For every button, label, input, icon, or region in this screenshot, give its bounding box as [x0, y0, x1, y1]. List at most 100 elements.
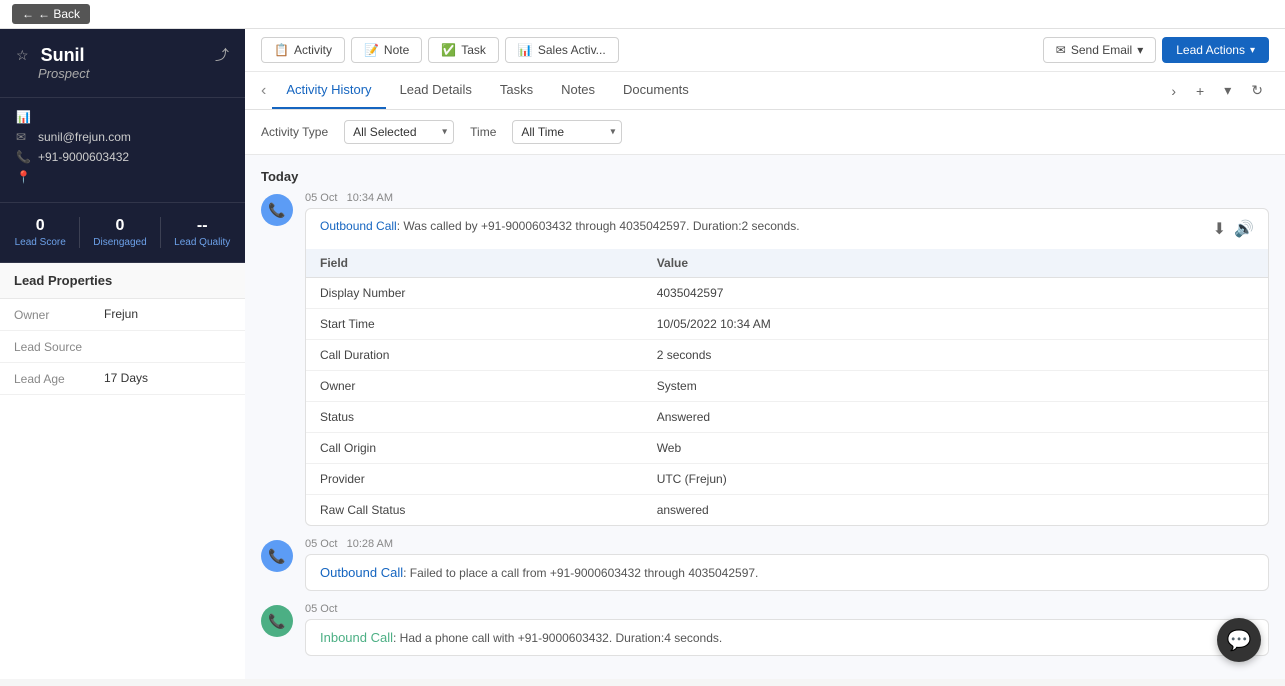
- tabs-bar: ‹ Activity History Lead Details Tasks No…: [245, 72, 1285, 110]
- lead-quality-value: --: [174, 217, 230, 235]
- activity-type-select-wrapper: All Selected: [344, 120, 454, 144]
- activity-3-main: 05 Oct Inbound Call: Had a phone call wi…: [305, 603, 1269, 656]
- left-panel: ☆ Sunil Prospect ⤴ 📊 ✉ sunil@frejun.com: [0, 29, 245, 679]
- activity-1-expanded-header: Outbound Call: Was called by +91-9000603…: [306, 209, 1268, 249]
- activity-1-icon: 📞: [261, 194, 293, 226]
- star-icon[interactable]: ☆: [16, 47, 29, 64]
- detail-row: Status Answered: [306, 402, 1268, 433]
- lead-email: sunil@frejun.com: [38, 130, 131, 144]
- lead-actions-button[interactable]: Lead Actions ▾: [1162, 37, 1269, 63]
- lead-properties-panel: Lead Properties Owner Frejun Lead Source…: [0, 263, 245, 679]
- tab-activity-history[interactable]: Activity History: [272, 72, 385, 109]
- property-value: Frejun: [104, 307, 138, 321]
- activity-2-link[interactable]: Outbound Call: [320, 565, 403, 580]
- tabs-next-button[interactable]: ›: [1165, 79, 1182, 103]
- detail-field: Display Number: [306, 278, 643, 309]
- time-label: Time: [470, 125, 496, 139]
- back-arrow-icon: ←: [22, 7, 34, 21]
- property-value: 17 Days: [104, 371, 148, 385]
- tabs-refresh-button[interactable]: ↻: [1245, 78, 1269, 103]
- tab-tasks[interactable]: Tasks: [486, 72, 547, 109]
- sales-activity-icon: 📊: [518, 43, 533, 57]
- activity-1-link[interactable]: Outbound Call: [320, 219, 397, 233]
- field-header: Field: [306, 249, 643, 278]
- activity-1-time: 10:34 AM: [347, 192, 393, 204]
- tabs-add-button[interactable]: +: [1190, 79, 1210, 103]
- lead-properties-title: Lead Properties: [0, 263, 245, 299]
- lead-quality-label: Lead Quality: [174, 237, 230, 248]
- activity-2-desc: : Failed to place a call from +91-900060…: [403, 566, 758, 580]
- detail-value: answered: [643, 495, 1268, 526]
- detail-value: 4035042597: [643, 278, 1268, 309]
- property-label: Owner: [14, 307, 104, 322]
- activity-label: Activity: [294, 43, 332, 57]
- detail-row: Start Time 10/05/2022 10:34 AM: [306, 309, 1268, 340]
- lead-phone-row: 📞 +91-9000603432: [16, 150, 229, 164]
- activity-type-select[interactable]: All Selected: [344, 120, 454, 144]
- detail-field: Owner: [306, 371, 643, 402]
- activity-1-actions: ⬇ 🔊: [1213, 219, 1254, 239]
- detail-field: Provider: [306, 464, 643, 495]
- lead-score-label: Lead Score: [15, 237, 66, 248]
- back-button[interactable]: ← ← Back: [12, 4, 90, 24]
- lead-actions-dropdown-icon: ▾: [1250, 45, 1255, 56]
- tab-nav-prev-icon[interactable]: ‹: [261, 82, 266, 100]
- detail-field: Call Origin: [306, 433, 643, 464]
- lead-actions-label: Lead Actions: [1176, 43, 1245, 57]
- detail-value: Answered: [643, 402, 1268, 433]
- tabs-more-button[interactable]: ▾: [1218, 78, 1237, 103]
- tab-documents[interactable]: Documents: [609, 72, 703, 109]
- activity-1-date: 05 Oct: [305, 192, 337, 204]
- property-rows: Owner Frejun Lead Source Lead Age 17 Day…: [0, 299, 245, 395]
- stat-divider-1: [79, 217, 80, 248]
- filter-bar: Activity Type All Selected Time All Time: [245, 110, 1285, 155]
- back-label: ← Back: [38, 7, 80, 21]
- activity-3-meta: 05 Oct: [305, 603, 1269, 615]
- detail-row: Provider UTC (Frejun): [306, 464, 1268, 495]
- task-button[interactable]: ✅ Task: [428, 37, 499, 63]
- note-button[interactable]: 📝 Note: [351, 37, 422, 63]
- detail-field: Raw Call Status: [306, 495, 643, 526]
- activity-1-text: Outbound Call: Was called by +91-9000603…: [320, 219, 800, 233]
- action-bar: 📋 Activity 📝 Note ✅ Task 📊 Sales Activ..…: [245, 29, 1285, 72]
- property-row: Owner Frejun: [0, 299, 245, 331]
- detail-value: 10/05/2022 10:34 AM: [643, 309, 1268, 340]
- activity-3-link[interactable]: Inbound Call: [320, 630, 393, 645]
- property-row: Lead Source: [0, 331, 245, 363]
- sales-activity-label: Sales Activ...: [538, 43, 606, 57]
- activity-3-date: 05 Oct: [305, 603, 337, 615]
- detail-row: Raw Call Status answered: [306, 495, 1268, 526]
- detail-value: Web: [643, 433, 1268, 464]
- download-icon[interactable]: ⬇: [1213, 219, 1226, 239]
- time-select[interactable]: All Time: [512, 120, 622, 144]
- property-label: Lead Source: [14, 339, 104, 354]
- sales-activity-button[interactable]: 📊 Sales Activ...: [505, 37, 619, 63]
- tab-lead-details[interactable]: Lead Details: [386, 72, 486, 109]
- speaker-icon[interactable]: 🔊: [1234, 219, 1254, 239]
- lead-quality-stat: -- Lead Quality: [174, 217, 230, 248]
- action-bar-left: 📋 Activity 📝 Note ✅ Task 📊 Sales Activ..…: [261, 37, 619, 63]
- top-bar: ← ← Back: [0, 0, 1285, 29]
- note-label: Note: [384, 43, 409, 57]
- lead-location-row: 📍: [16, 170, 229, 184]
- send-email-icon: ✉: [1056, 43, 1066, 57]
- tabs-nav-right: › + ▾ ↻: [1165, 78, 1269, 103]
- tab-notes[interactable]: Notes: [547, 72, 609, 109]
- activity-1-expanded: Outbound Call: Was called by +91-9000603…: [305, 208, 1269, 526]
- detail-field: Status: [306, 402, 643, 433]
- send-email-button[interactable]: ✉ Send Email ▾: [1043, 37, 1156, 63]
- activity-1-detail-table: Field Value Display Number 4035042597 St…: [306, 249, 1268, 525]
- activity-button[interactable]: 📋 Activity: [261, 37, 345, 63]
- chat-button[interactable]: 💬: [1217, 618, 1261, 662]
- activity-2-date: 05 Oct: [305, 538, 337, 550]
- property-row: Lead Age 17 Days: [0, 363, 245, 395]
- lead-stats: 0 Lead Score 0 Disengaged -- Lead Qualit…: [0, 203, 245, 263]
- activity-type-label: Activity Type: [261, 125, 328, 139]
- action-bar-right: ✉ Send Email ▾ Lead Actions ▾: [1043, 37, 1269, 63]
- activity-item-2: 📞 05 Oct 10:28 AM Outbound Call: Failed …: [261, 538, 1269, 591]
- lead-email-row: ✉ sunil@frejun.com: [16, 130, 229, 144]
- detail-field: Start Time: [306, 309, 643, 340]
- lead-phone: +91-9000603432: [38, 150, 129, 164]
- share-icon[interactable]: ⤴: [215, 45, 229, 65]
- disengaged-stat: 0 Disengaged: [93, 217, 146, 248]
